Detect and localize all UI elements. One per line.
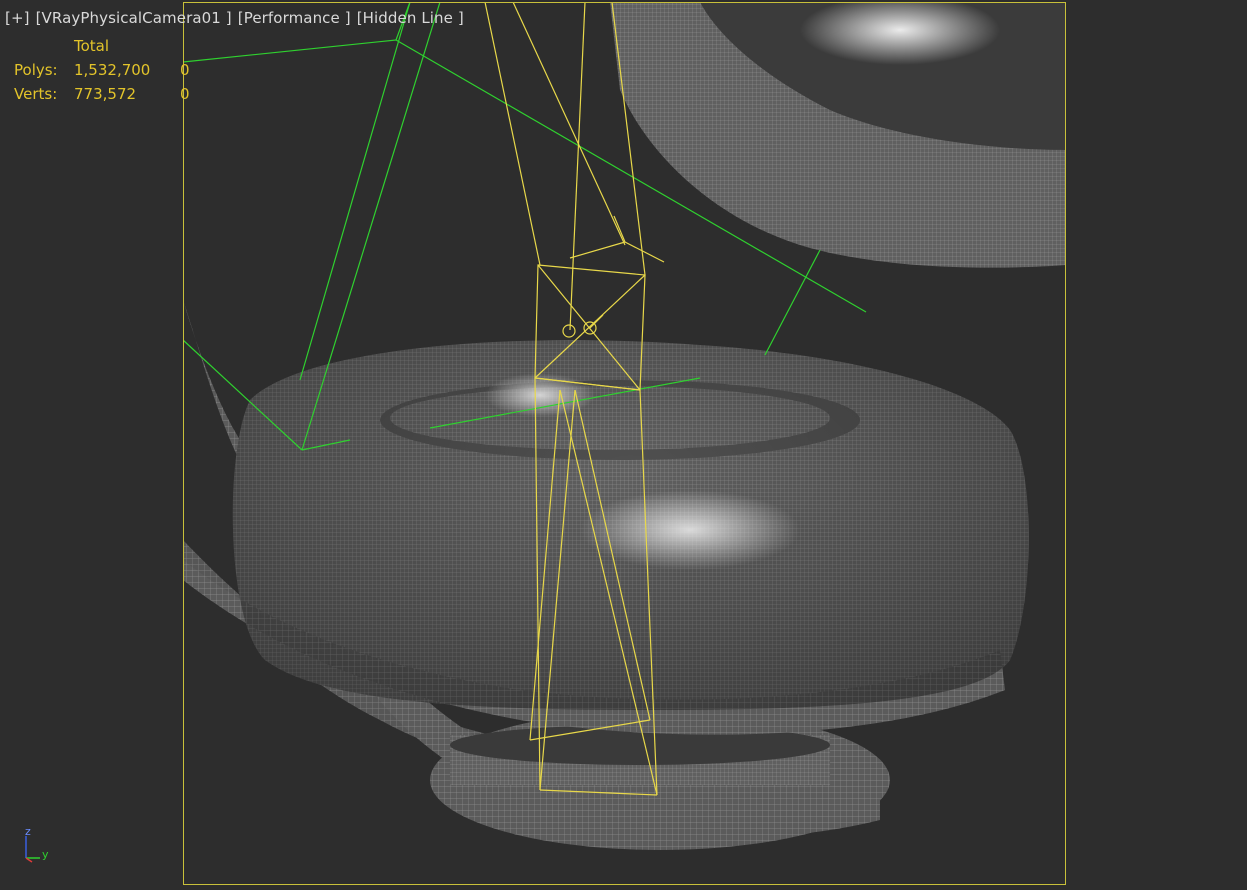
stats-total-value: 773,572	[74, 85, 137, 103]
upper-cushion-mesh[interactable]	[610, 0, 1066, 268]
axis-z-label: z	[25, 825, 31, 838]
stats-selected-value: 0	[180, 61, 190, 79]
stats-row-polys: Polys: 1,532,700 0	[14, 58, 200, 82]
stats-selected-value: 0	[180, 85, 190, 103]
viewport-performance-menu[interactable]: [Performance ]	[238, 9, 351, 27]
stats-header: Total	[14, 34, 200, 58]
axis-y-label: y	[42, 848, 49, 861]
viewport-shading-menu[interactable]: [Hidden Line ]	[357, 9, 464, 27]
viewport-point-of-view-menu[interactable]: [VRayPhysicalCamera01 ]	[36, 9, 232, 27]
stats-total-header: Total	[74, 37, 110, 55]
viewport-general-menu[interactable]: [+]	[5, 9, 30, 27]
stats-row-verts: Verts: 773,572 0	[14, 82, 200, 106]
ear-cushion-mesh[interactable]	[183, 340, 1029, 735]
stats-label: Polys:	[14, 61, 58, 79]
stats-total-value: 1,532,700	[74, 61, 151, 79]
viewport-label-menu: [+] [VRayPhysicalCamera01 ] [Performance ]…	[5, 9, 464, 27]
viewport-scene[interactable]	[0, 0, 1247, 890]
stats-label: Verts:	[14, 85, 58, 103]
statistics-overlay: Total Polys: 1,532,700 0 Verts: 773,572 …	[14, 34, 200, 106]
axis-tripod-icon: z y	[25, 825, 49, 863]
camera-viewport[interactable]: [+] [VRayPhysicalCamera01 ] [Performance ]…	[0, 0, 1247, 890]
